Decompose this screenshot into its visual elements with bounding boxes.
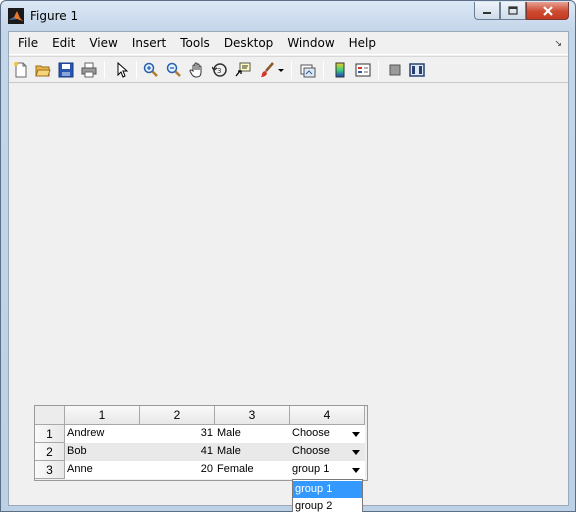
zoom-out-icon: [166, 62, 181, 77]
brush-dropdown-icon: [278, 69, 284, 72]
rotate-3d-icon: 3: [212, 63, 227, 77]
table-cell-gender[interactable]: Female: [215, 461, 290, 479]
column-header-1[interactable]: 1: [65, 406, 140, 425]
print-button[interactable]: [79, 60, 99, 80]
menu-view[interactable]: View: [82, 34, 124, 53]
menu-file[interactable]: File: [11, 34, 45, 53]
show-plot-tools-icon: [409, 63, 425, 77]
menu-window[interactable]: Window: [280, 34, 341, 53]
save-icon: [58, 62, 74, 78]
maximize-button[interactable]: [500, 2, 526, 20]
legend-icon: [355, 63, 371, 77]
edit-plot-button[interactable]: [111, 60, 131, 80]
row-header-2[interactable]: 2: [35, 443, 65, 461]
minimize-icon: [483, 11, 491, 14]
colorbar-button[interactable]: [330, 60, 350, 80]
row-header-3[interactable]: 3: [35, 461, 65, 479]
colorbar-icon: [335, 62, 345, 78]
dropdown-value: group 1: [292, 463, 330, 475]
print-icon: [81, 62, 97, 78]
column-header-3[interactable]: 3: [215, 406, 290, 425]
dropdown-value: Choose: [292, 427, 330, 439]
table-cell-group-dropdown[interactable]: Choose: [290, 425, 365, 443]
save-button[interactable]: [56, 60, 76, 80]
show-plot-tools-button[interactable]: [407, 60, 427, 80]
dropdown-arrow-icon[interactable]: [352, 432, 360, 437]
figure-window: Figure 1 File Edit View Insert Tools Des…: [0, 0, 576, 512]
menu-edit[interactable]: Edit: [45, 34, 82, 53]
table-cell-name[interactable]: Anne: [65, 461, 140, 479]
brush-icon: [261, 62, 274, 77]
link-plot-icon: [300, 64, 316, 78]
table-cell-group-dropdown[interactable]: group 1: [290, 461, 365, 479]
column-header-4[interactable]: 4: [290, 406, 365, 425]
group-dropdown-list: group 1 group 2: [292, 479, 363, 512]
menu-bar: File Edit View Insert Tools Desktop Wind…: [9, 32, 568, 55]
menu-insert[interactable]: Insert: [125, 34, 173, 53]
figure-client-area: File Edit View Insert Tools Desktop Wind…: [8, 31, 569, 512]
window-title: Figure 1: [30, 9, 79, 23]
menu-tools[interactable]: Tools: [173, 34, 217, 53]
maximize-icon: [508, 6, 518, 15]
dropdown-arrow-icon[interactable]: [352, 450, 360, 455]
hide-plot-tools-icon: [389, 64, 401, 76]
link-plot-button[interactable]: [298, 60, 318, 80]
legend-button[interactable]: [353, 60, 373, 80]
pan-icon: [189, 62, 202, 78]
table-cell-name[interactable]: Bob: [65, 443, 140, 461]
table-cell-gender[interactable]: Male: [215, 425, 290, 443]
menu-desktop[interactable]: Desktop: [217, 34, 281, 53]
menu-help[interactable]: Help: [342, 34, 383, 53]
minimize-button[interactable]: [474, 2, 500, 20]
zoom-out-button[interactable]: [164, 60, 184, 80]
pan-button[interactable]: [187, 60, 207, 80]
dropdown-option-group-2[interactable]: group 2: [293, 498, 362, 512]
svg-text:3: 3: [217, 67, 221, 75]
dropdown-value: Choose: [292, 445, 330, 457]
close-icon: [542, 5, 553, 16]
table-cell-age[interactable]: 31: [140, 425, 215, 443]
dropdown-arrow-icon[interactable]: [352, 468, 360, 473]
table-corner: [35, 406, 65, 425]
hide-plot-tools-button[interactable]: [385, 60, 405, 80]
zoom-in-icon: [143, 62, 158, 77]
close-button[interactable]: [526, 2, 569, 20]
zoom-in-button[interactable]: [141, 60, 161, 80]
matlab-logo-icon: [8, 8, 24, 24]
row-header-1[interactable]: 1: [35, 425, 65, 443]
table-cell-age[interactable]: 41: [140, 443, 215, 461]
table-cell-name[interactable]: Andrew: [65, 425, 140, 443]
new-figure-icon: [14, 62, 27, 78]
uitable[interactable]: 1 2 3 4 1 Andrew 31 Male Choose 2 Bob 41…: [34, 405, 368, 481]
rotate-3d-button[interactable]: 3: [210, 60, 230, 80]
data-cursor-button[interactable]: [233, 60, 253, 80]
new-figure-button[interactable]: [11, 60, 31, 80]
dropdown-option-group-1[interactable]: group 1: [293, 481, 362, 498]
table-cell-gender[interactable]: Male: [215, 443, 290, 461]
table-cell-age[interactable]: 20: [140, 461, 215, 479]
table-cell-group-dropdown[interactable]: Choose: [290, 443, 365, 461]
pointer-icon: [117, 62, 129, 78]
open-file-icon: [35, 65, 51, 77]
brush-button[interactable]: [257, 60, 277, 80]
brush-dropdown-button[interactable]: [276, 60, 286, 80]
figure-toolbar: 3: [9, 56, 568, 83]
open-file-button[interactable]: [33, 60, 53, 80]
data-cursor-icon: [235, 62, 251, 77]
dock-arrow-icon[interactable]: ↘: [554, 38, 562, 49]
title-bar[interactable]: Figure 1: [1, 1, 575, 31]
column-header-2[interactable]: 2: [140, 406, 215, 425]
